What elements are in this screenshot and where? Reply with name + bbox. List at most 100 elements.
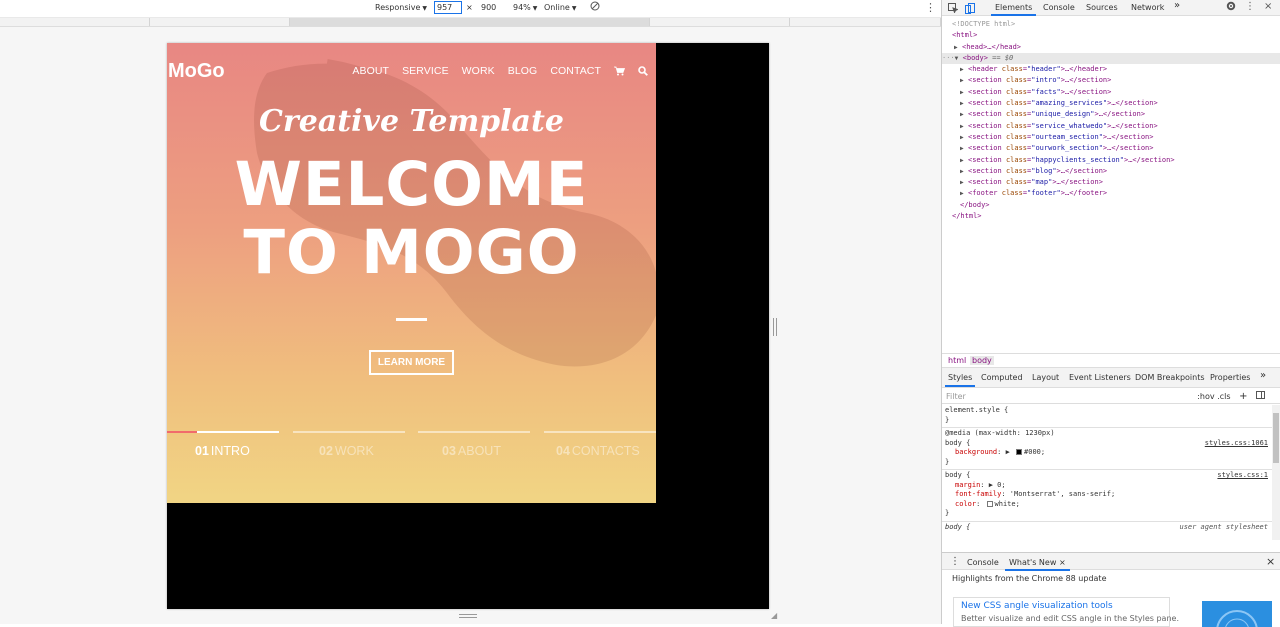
rule-source-link[interactable]: styles.css:1061 [1205, 439, 1268, 449]
rotate-icon[interactable] [590, 1, 600, 13]
tab-sources[interactable]: Sources [1086, 3, 1118, 12]
expand-triangle-icon[interactable]: ▶ [960, 64, 968, 75]
tab-console[interactable]: Console [1043, 3, 1075, 12]
breadcrumb-html[interactable]: html [946, 356, 968, 365]
filter-input[interactable]: Filter [946, 392, 966, 401]
expand-triangle-icon[interactable]: ▶ [960, 155, 968, 166]
slide-tab-intro[interactable]: 01 INTRO [167, 431, 279, 471]
dom-node-section[interactable]: ▶ <section class="unique_design">…</secti… [942, 109, 1280, 120]
card-title[interactable]: New CSS angle visualization tools [961, 601, 1113, 611]
drawer-menu-icon[interactable]: ⋮ [950, 556, 960, 567]
tab-computed[interactable]: Computed [981, 373, 1023, 382]
nav-blog[interactable]: BLOG [508, 65, 538, 77]
nav-work[interactable]: WORK [462, 65, 495, 77]
tab-event-listeners[interactable]: Event Listeners [1069, 373, 1131, 382]
tab-network[interactable]: Network [1131, 3, 1164, 12]
expand-triangle-icon[interactable]: ▶ [960, 109, 968, 120]
resize-handle-bottom[interactable] [459, 614, 477, 618]
dom-node-body[interactable]: ···▼ <body> == $0 [942, 52, 1280, 65]
expand-triangle-icon[interactable]: ▶ [960, 188, 968, 199]
tab-dom-breakpoints[interactable]: DOM Breakpoints [1135, 373, 1205, 382]
more-tabs-icon[interactable]: » [1260, 370, 1266, 381]
expand-triangle-icon[interactable]: ▶ [960, 166, 968, 177]
style-property[interactable]: background: ▶ #000; [945, 448, 1268, 458]
more-options-icon[interactable]: ⋮ [1245, 1, 1255, 12]
ruler-segment[interactable] [650, 18, 790, 26]
cart-icon[interactable] [614, 66, 625, 76]
tab-layout[interactable]: Layout [1032, 373, 1059, 382]
slide-tab-work[interactable]: 02 WORK [293, 431, 405, 471]
close-icon[interactable]: × [1264, 1, 1272, 12]
expand-triangle-icon[interactable]: ▶ [960, 98, 968, 109]
dom-node-section[interactable]: ▶ <section class="happyclients_section">…… [942, 155, 1280, 166]
expand-triangle-icon[interactable]: ▶ [960, 132, 968, 143]
expand-triangle-icon[interactable]: ▶ [960, 143, 968, 154]
slide-tab-contacts[interactable]: 04 CONTACTS [544, 431, 656, 471]
expand-triangle-icon[interactable]: ▶ [960, 177, 968, 188]
more-options-icon[interactable]: ⋮ [925, 1, 936, 14]
viewport-width-input[interactable] [434, 1, 462, 14]
nav-contact[interactable]: CONTACT [550, 65, 601, 77]
ruler-segment[interactable] [290, 18, 650, 26]
dom-node-section[interactable]: ▶ <section class="map">…</section> [942, 177, 1280, 188]
dom-node-footer[interactable]: ▶ <footer class="footer">…</footer> [942, 188, 1280, 199]
nav-about[interactable]: ABOUT [352, 65, 389, 77]
dom-node-section[interactable]: ▶ <section class="amazing_services">…</se… [942, 98, 1280, 109]
style-rule-body[interactable]: styles.css:1 body { margin: ▶ 0; font-fa… [942, 470, 1272, 522]
dom-node-section[interactable]: ▶ <section class="ourwork_section">…</sec… [942, 143, 1280, 154]
site-logo[interactable]: MoGo [168, 60, 225, 83]
expand-triangle-icon[interactable]: ▶ [960, 75, 968, 86]
hov-cls-toggles[interactable]: :hov .cls [1197, 392, 1230, 401]
whats-new-card[interactable]: New CSS angle visualization tools Better… [953, 597, 1179, 627]
drawer-tab-console[interactable]: Console [967, 558, 999, 567]
style-property[interactable]: font-family: 'Montserrat', sans-serif; [945, 490, 1268, 500]
zoom-select[interactable]: 94% ▼ [513, 3, 537, 12]
styles-scrollbar[interactable] [1272, 405, 1280, 540]
color-swatch-icon[interactable] [986, 500, 993, 507]
device-toolbar-icon[interactable] [964, 2, 976, 14]
resize-handle-right[interactable] [773, 318, 777, 336]
ruler-segment[interactable] [150, 18, 290, 26]
breadcrumb-body[interactable]: body [970, 356, 994, 365]
device-select[interactable]: Responsive ▼ [375, 3, 427, 12]
expand-triangle-icon[interactable]: ▶ [960, 121, 968, 132]
dom-node-section[interactable]: ▶ <section class="facts">…</section> [942, 87, 1280, 98]
more-tabs-icon[interactable]: » [1174, 0, 1180, 11]
resize-corner-icon[interactable]: ◢ [771, 612, 779, 620]
ruler-segment[interactable] [0, 18, 150, 26]
style-rule-user-agent[interactable]: user agent stylesheet body { [942, 522, 1272, 535]
tab-styles[interactable]: Styles [944, 373, 976, 387]
slide-tab-about[interactable]: 03 ABOUT [418, 431, 530, 471]
style-rule-element[interactable]: element.style { } [942, 405, 1272, 428]
new-rule-icon[interactable]: + [1239, 391, 1247, 402]
drawer-tab-whats-new[interactable]: What's New × [1005, 558, 1070, 571]
dom-node-section[interactable]: ▶ <section class="ourteam_section">…</sec… [942, 132, 1280, 143]
style-property[interactable]: margin: ▶ 0; [945, 481, 1268, 491]
toggle-sidebar-icon[interactable] [1256, 391, 1265, 401]
throttle-select[interactable]: Online ▼ [544, 3, 576, 12]
dom-node-doctype[interactable]: <!DOCTYPE html> [942, 19, 1280, 30]
expand-triangle-icon[interactable]: ▶ [960, 87, 968, 98]
ruler-segment[interactable] [790, 18, 941, 26]
color-swatch-icon[interactable] [1016, 449, 1023, 455]
settings-icon[interactable] [1226, 1, 1236, 14]
tab-properties[interactable]: Properties [1210, 373, 1250, 382]
nav-service[interactable]: SERVICE [402, 65, 449, 77]
learn-more-button[interactable]: LEARN MORE [369, 350, 454, 375]
viewport-height-input[interactable]: 900 [481, 3, 496, 12]
tab-elements[interactable]: Elements [990, 3, 1037, 16]
close-icon[interactable]: × [1059, 558, 1066, 567]
rule-source-link[interactable]: styles.css:1 [1217, 471, 1268, 481]
style-property[interactable]: color: white; [945, 500, 1268, 510]
scrollbar-thumb[interactable] [1273, 413, 1279, 463]
dom-node-html-close[interactable]: </html> [942, 211, 1280, 222]
inspect-element-icon[interactable] [947, 2, 959, 14]
dom-node-section[interactable]: ▶ <section class="service_whatwedo">…</se… [942, 121, 1280, 132]
search-icon[interactable] [638, 66, 648, 76]
dom-node-html[interactable]: <html> [942, 30, 1280, 41]
dom-node-section[interactable]: ▶ <section class="intro">…</section> [942, 75, 1280, 86]
style-rule-media-body[interactable]: @media (max-width: 1230px) styles.css:10… [942, 428, 1272, 470]
dom-node-header[interactable]: ▶ <header class="header">…</header> [942, 64, 1280, 75]
close-drawer-icon[interactable]: × [1266, 555, 1275, 568]
dom-node-body-close[interactable]: </body> [942, 200, 1280, 211]
